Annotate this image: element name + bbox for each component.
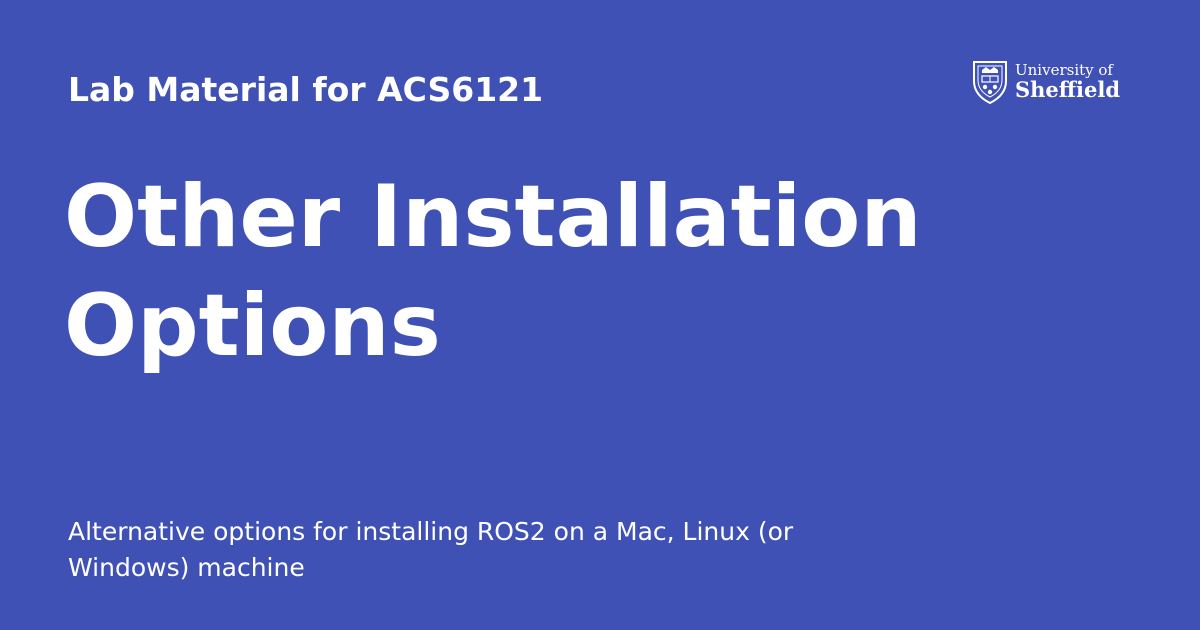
social-card: Lab Material for ACS6121 Other Installat…	[0, 0, 1200, 630]
logo-text-line2: Sheffield	[1015, 77, 1121, 102]
page-title: Other Installation Options	[64, 167, 922, 376]
page-description: Alternative options for installing ROS2 …	[68, 517, 794, 582]
university-crest-icon	[973, 61, 1007, 105]
university-logo: University of Sheffield	[971, 59, 1121, 107]
site-title: Lab Material for ACS6121	[68, 70, 544, 109]
logo-wordmark: University of Sheffield	[1015, 61, 1120, 101]
